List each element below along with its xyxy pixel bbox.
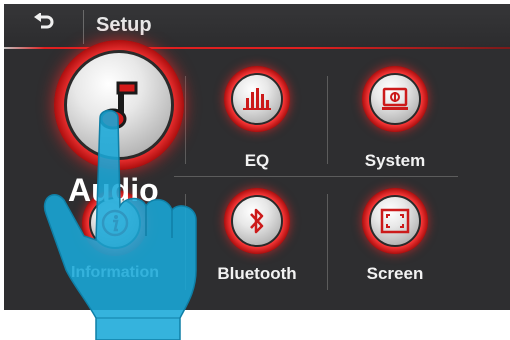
tile-information-label: Information <box>71 264 159 281</box>
tile-eq[interactable]: EQ <box>188 60 326 176</box>
tile-system[interactable]: System <box>330 60 468 176</box>
equalizer-icon <box>231 73 283 125</box>
page-title: Setup <box>96 14 152 36</box>
screen-fullscreen-icon <box>369 195 421 247</box>
bluetooth-icon <box>231 195 283 247</box>
grid-divider <box>174 176 458 177</box>
tile-system-label: System <box>364 151 426 170</box>
tile-bluetooth[interactable]: Bluetooth <box>188 184 326 294</box>
music-note-icon <box>64 50 174 160</box>
back-arrow-icon <box>33 12 55 38</box>
tile-audio[interactable]: Audio <box>44 38 194 214</box>
tile-audio-label: Audio <box>68 172 159 208</box>
tile-screen[interactable]: Screen <box>330 184 468 294</box>
setup-screen: Setup EQ System Information Bluetooth Sc… <box>4 4 510 310</box>
tile-bluetooth-label: Bluetooth <box>217 264 297 283</box>
tile-screen-label: Screen <box>366 264 424 283</box>
system-monitor-icon <box>369 73 421 125</box>
tile-eq-label: EQ <box>244 151 270 170</box>
